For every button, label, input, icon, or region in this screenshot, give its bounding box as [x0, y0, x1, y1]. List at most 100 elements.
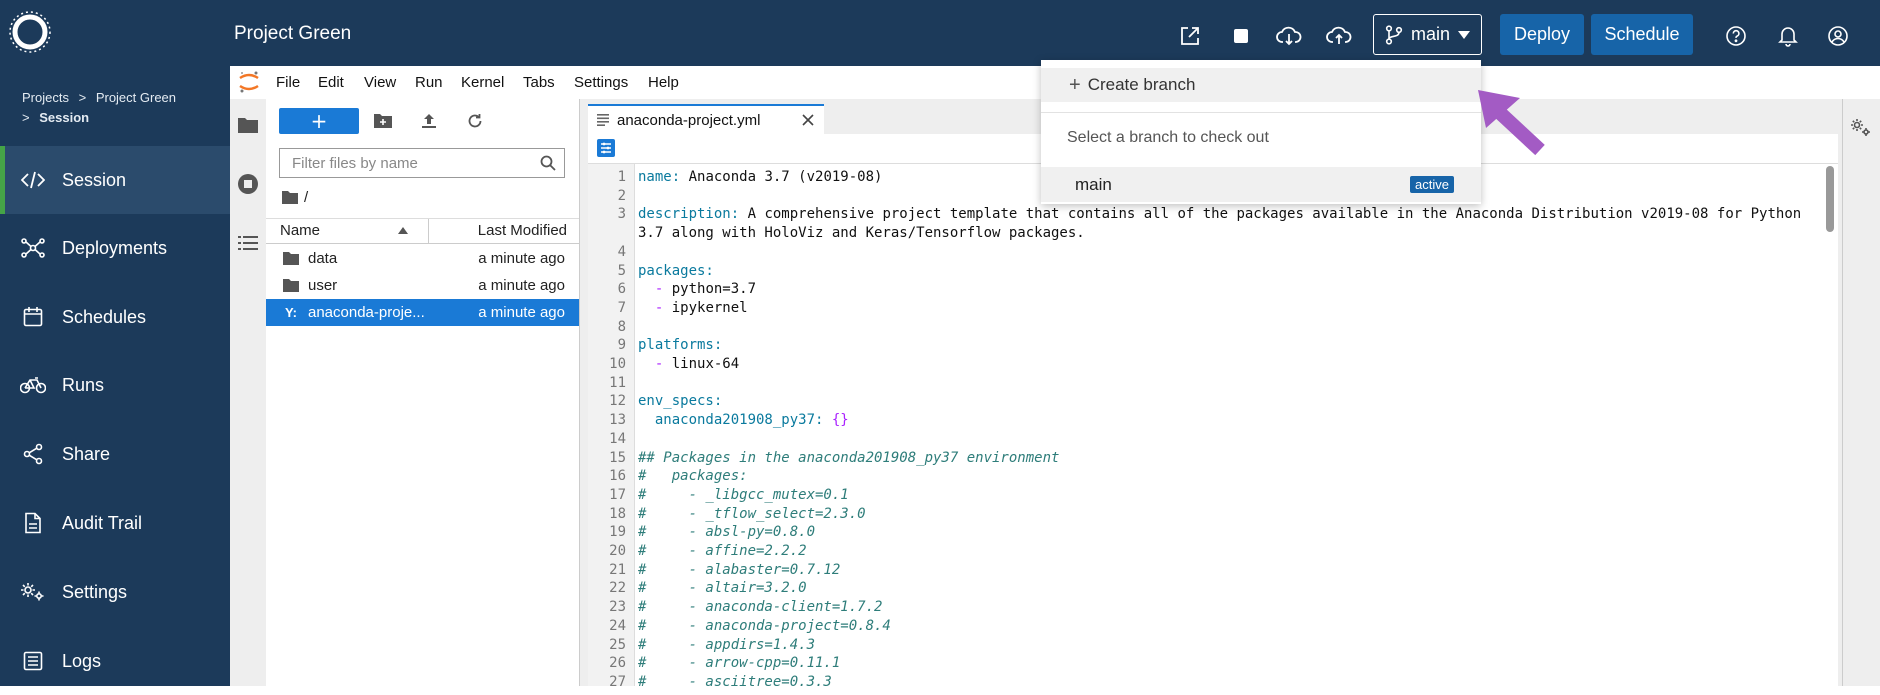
code-line[interactable]: 13 anaconda201908_py37: {}: [588, 411, 1828, 430]
code-line[interactable]: 20 # - affine=2.2.2: [588, 542, 1828, 561]
nav-item-schedules[interactable]: Schedules: [0, 283, 230, 351]
file-row-data[interactable]: data a minute ago: [266, 245, 579, 272]
notification-bell-icon[interactable]: [1774, 22, 1802, 50]
sort-ascending-icon[interactable]: [398, 227, 408, 234]
code-line[interactable]: 14: [588, 430, 1828, 449]
code-line[interactable]: 16 # packages:: [588, 467, 1828, 486]
code-line[interactable]: 18 # - _tflow_select=2.3.0: [588, 505, 1828, 524]
code-line[interactable]: 26 # - arrow-cpp=0.11.1: [588, 654, 1828, 673]
code-token: env_specs:: [638, 393, 723, 410]
branch-selector-button[interactable]: main: [1373, 14, 1482, 55]
deploy-button[interactable]: Deploy: [1500, 14, 1584, 55]
code-line[interactable]: 9 platforms:: [588, 336, 1828, 355]
code-line[interactable]: 8: [588, 318, 1828, 337]
menu-help[interactable]: Help: [648, 74, 679, 91]
code-line[interactable]: 4: [588, 243, 1828, 262]
folder-icon: [282, 252, 300, 265]
code-line[interactable]: 3.7 along with HoloViz and Keras/Tensorf…: [588, 224, 1828, 243]
file-row-anaconda-project[interactable]: Y: anaconda-proje... a minute ago: [266, 299, 579, 326]
yaml-icon: Y:: [284, 305, 298, 320]
help-icon[interactable]: [1722, 22, 1750, 50]
code-line[interactable]: 25 # - appdirs=1.4.3: [588, 636, 1828, 655]
menu-settings[interactable]: Settings: [574, 74, 628, 91]
code-line[interactable]: 19 # - absl-py=0.8.0: [588, 523, 1828, 542]
table-of-contents-icon[interactable]: [234, 229, 262, 257]
line-content: # - anaconda-project=0.8.4: [638, 617, 891, 636]
nav-item-runs[interactable]: Runs: [0, 351, 230, 419]
code-line[interactable]: 12 env_specs:: [588, 392, 1828, 411]
nav-item-label: Schedules: [62, 306, 147, 327]
property-gears-icon[interactable]: [1850, 117, 1872, 139]
nav-item-audit-trail[interactable]: Audit Trail: [0, 489, 230, 557]
branch-item-main[interactable]: main active: [1041, 167, 1481, 202]
code-line[interactable]: 10 - linux-64: [588, 355, 1828, 374]
menu-run[interactable]: Run: [415, 74, 443, 91]
close-icon[interactable]: [802, 114, 814, 126]
create-branch-label: Create branch: [1087, 75, 1196, 94]
code-token: A comprehensive project template that co…: [739, 206, 1802, 223]
code-line[interactable]: 23 # - anaconda-client=1.7.2: [588, 598, 1828, 617]
menu-edit[interactable]: Edit: [318, 74, 344, 91]
open-external-icon[interactable]: [1176, 22, 1204, 50]
code-line[interactable]: 5 packages:: [588, 262, 1828, 281]
line-number: 2: [617, 187, 626, 204]
code-token: # - affine=2.2.2: [638, 543, 807, 560]
new-launcher-button[interactable]: +: [279, 108, 359, 134]
code-token: ## Packages in the anaconda201908_py37 e…: [638, 449, 1060, 466]
code-line[interactable]: 22 # - altair=3.2.0: [588, 579, 1828, 598]
nav-item-deployments[interactable]: Deployments: [0, 214, 230, 282]
column-last-modified[interactable]: Last Modified: [478, 222, 567, 239]
line-content: # - alabaster=0.7.12: [638, 561, 840, 580]
cloud-upload-icon[interactable]: [1325, 22, 1353, 50]
menu-file[interactable]: File: [276, 74, 300, 91]
share-icon: [20, 441, 46, 467]
user-account-icon[interactable]: [1824, 22, 1852, 50]
schedule-button[interactable]: Schedule: [1591, 14, 1693, 55]
stop-icon[interactable]: [1227, 22, 1255, 50]
editor-tab[interactable]: anaconda-project.yml: [588, 104, 824, 134]
code-token: # - arrow-cpp=0.11.1: [638, 655, 841, 672]
line-number: 3: [617, 206, 626, 223]
code-line[interactable]: 3 description: A comprehensive project te…: [588, 205, 1828, 224]
right-sidebar: [1842, 99, 1880, 686]
folder-icon[interactable]: [234, 111, 262, 139]
file-row-user[interactable]: user a minute ago: [266, 272, 579, 299]
upload-icon[interactable]: [417, 110, 441, 132]
code-token: python=3.7: [663, 281, 757, 298]
nav-item-label: Settings: [62, 581, 128, 602]
column-name[interactable]: Name: [280, 222, 320, 239]
code-line[interactable]: 27 # - asciitree=0.3.3: [588, 673, 1828, 692]
refresh-icon[interactable]: [463, 110, 487, 132]
code-line[interactable]: 7 - ipykernel: [588, 299, 1828, 318]
nav-item-logs[interactable]: Logs: [0, 627, 230, 695]
nav-item-session[interactable]: Session: [0, 146, 230, 214]
property-inspector-icon[interactable]: [597, 139, 615, 157]
cloud-download-icon[interactable]: [1275, 22, 1303, 50]
nav-item-settings[interactable]: Settings: [0, 558, 230, 626]
current-path[interactable]: /: [282, 189, 308, 206]
breadcrumb-project-link[interactable]: Project Green: [96, 90, 176, 105]
menu-kernel[interactable]: Kernel: [461, 74, 504, 91]
menu-tabs[interactable]: Tabs: [523, 74, 555, 91]
file-list-header: Name Last Modified: [266, 218, 579, 244]
filter-files-field[interactable]: [279, 148, 565, 178]
filter-files-input[interactable]: [290, 153, 540, 173]
editor-scrollbar[interactable]: [1826, 166, 1834, 232]
code-line[interactable]: 24 # - anaconda-project=0.8.4: [588, 617, 1828, 636]
breadcrumb-projects-link[interactable]: Projects: [22, 90, 69, 105]
code-line[interactable]: 15 ## Packages in the anaconda201908_py37…: [588, 449, 1828, 468]
app-logo-icon[interactable]: [8, 10, 52, 54]
code-line[interactable]: 6 - python=3.7: [588, 280, 1828, 299]
create-branch-button[interactable]: + Create branch: [1041, 68, 1481, 102]
code-editor[interactable]: 1 name: Anaconda 3.7 (v2019-08) 2 3 descrip…: [588, 168, 1828, 692]
branch-name: main: [1410, 24, 1450, 44]
menu-view[interactable]: View: [364, 74, 396, 91]
line-content: ## Packages in the anaconda201908_py37 e…: [638, 449, 1059, 468]
code-line[interactable]: 17 # - _libgcc_mutex=0.1: [588, 486, 1828, 505]
nav-item-share[interactable]: Share: [0, 420, 230, 488]
code-line[interactable]: 11: [588, 374, 1828, 393]
new-folder-icon[interactable]: [371, 110, 395, 132]
code-line[interactable]: 21 # - alabaster=0.7.12: [588, 561, 1828, 580]
running-sessions-icon[interactable]: [234, 170, 262, 198]
line-content: # - _libgcc_mutex=0.1: [638, 486, 849, 505]
